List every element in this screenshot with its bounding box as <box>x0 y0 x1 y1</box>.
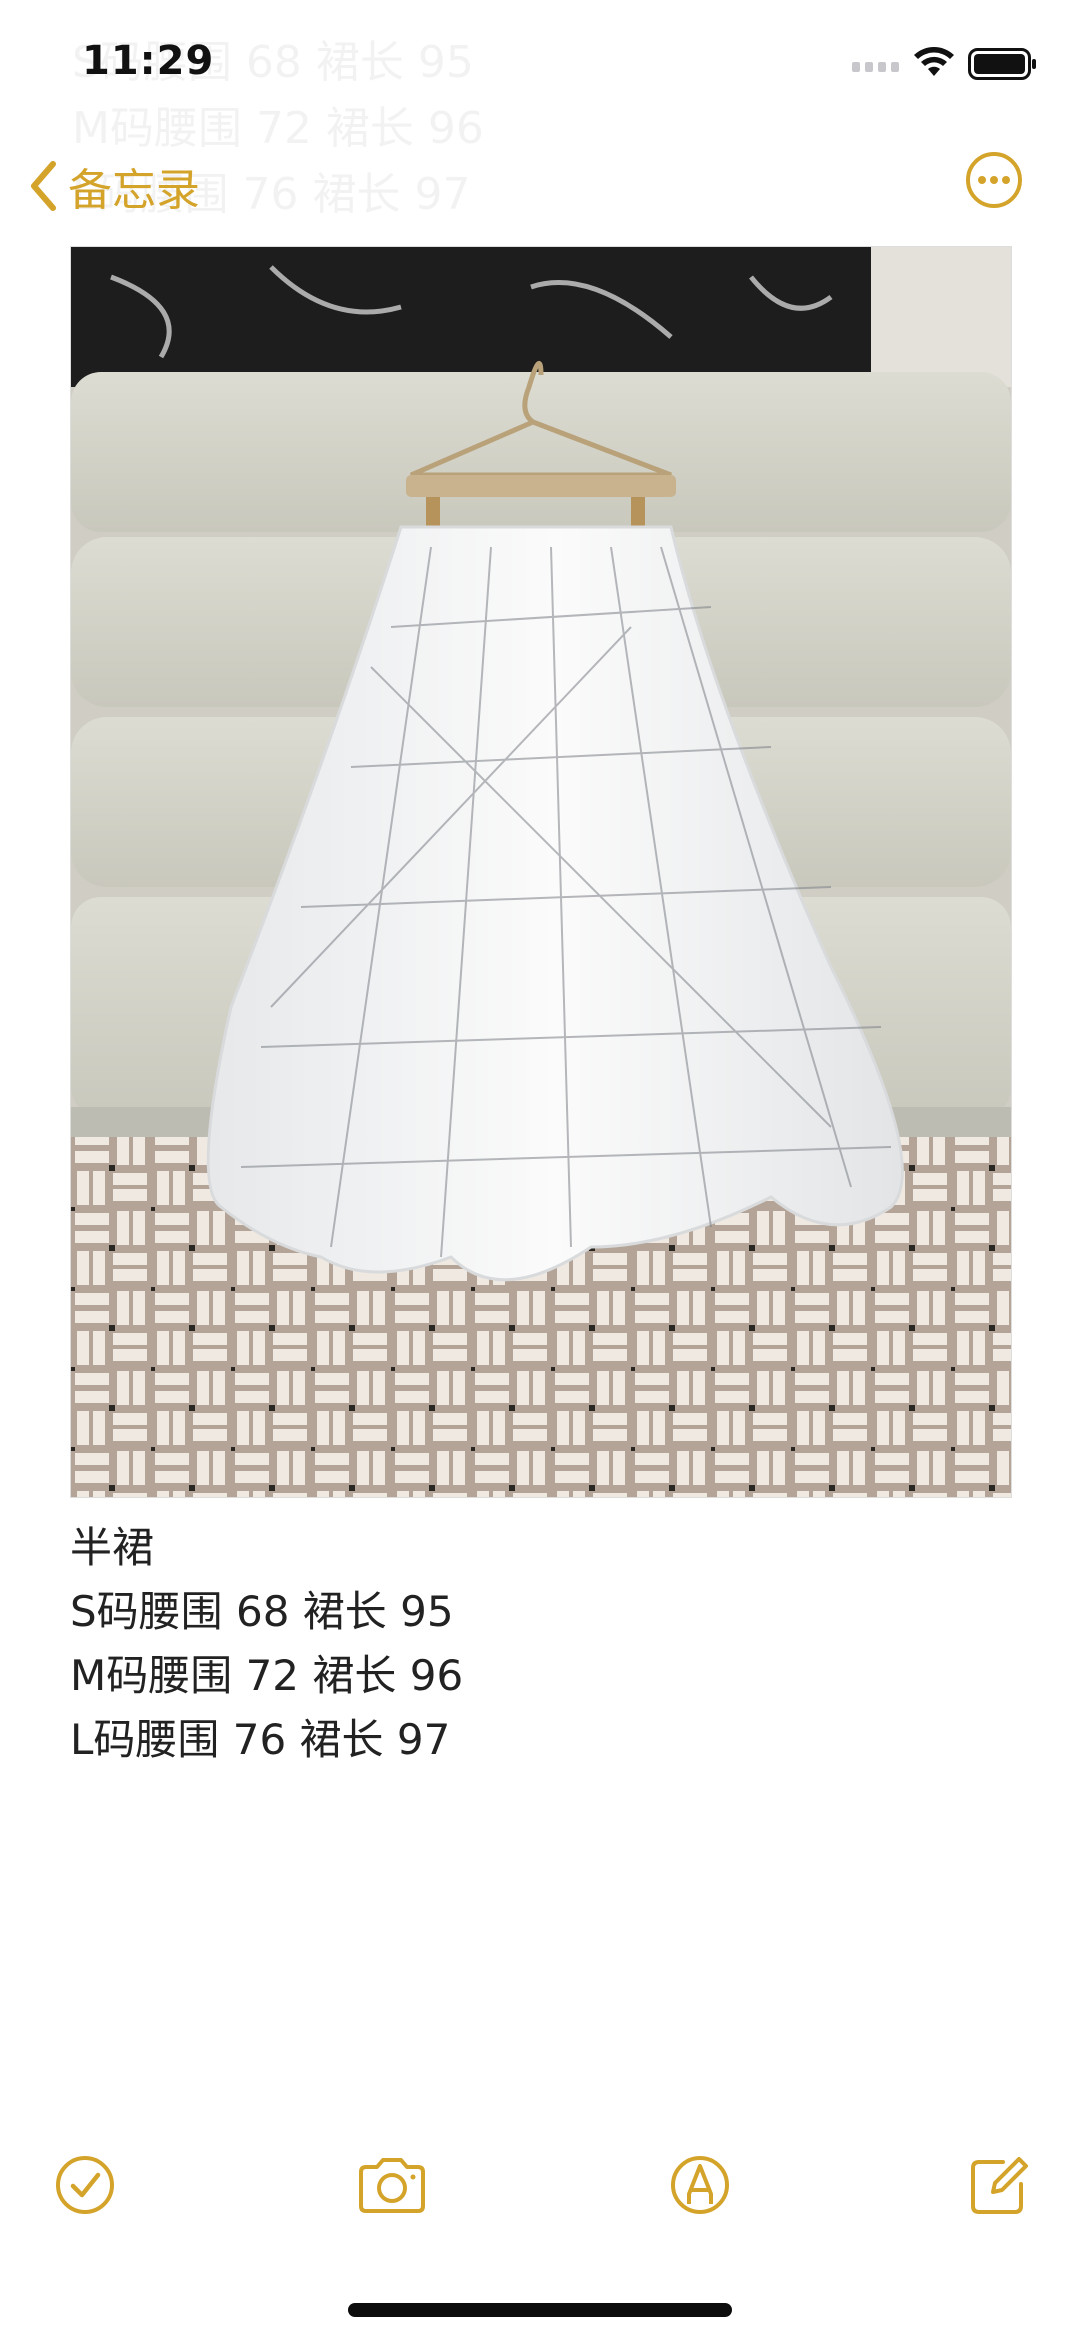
note-title: 半裙 <box>70 1523 155 1572</box>
back-button[interactable]: 备忘录 <box>28 154 200 218</box>
note-line: L码腰围 76 裙长 97 <box>70 1715 451 1764</box>
camera-icon[interactable] <box>355 2150 429 2220</box>
wifi-icon <box>914 47 954 76</box>
note-body[interactable]: 半裙 S码腰围 68 裙长 95 M码腰围 72 裙长 96 L码腰围 76 裙… <box>70 1516 463 1772</box>
battery-icon <box>968 48 1036 80</box>
compose-icon[interactable] <box>963 2150 1033 2220</box>
skirt-photo-image <box>71 247 1011 1497</box>
checklist-icon[interactable] <box>50 2150 120 2220</box>
cellular-signal-icon <box>852 62 899 72</box>
back-button-label: 备忘录 <box>68 165 200 216</box>
chevron-left-icon <box>31 161 56 211</box>
markup-icon[interactable] <box>665 2150 735 2220</box>
status-time: 11:29 <box>82 38 215 84</box>
bottom-toolbar <box>0 2150 1080 2230</box>
note-line: S码腰围 68 裙长 95 <box>70 1587 454 1636</box>
note-attachment-photo[interactable] <box>70 246 1012 1498</box>
navigation-bar: 备忘录 <box>0 140 1080 230</box>
ellipsis-circle-icon[interactable] <box>964 150 1024 210</box>
note-line: M码腰围 72 裙长 96 <box>70 1651 464 1700</box>
status-bar: 11:29 <box>0 0 1080 130</box>
home-indicator[interactable] <box>348 2303 732 2317</box>
